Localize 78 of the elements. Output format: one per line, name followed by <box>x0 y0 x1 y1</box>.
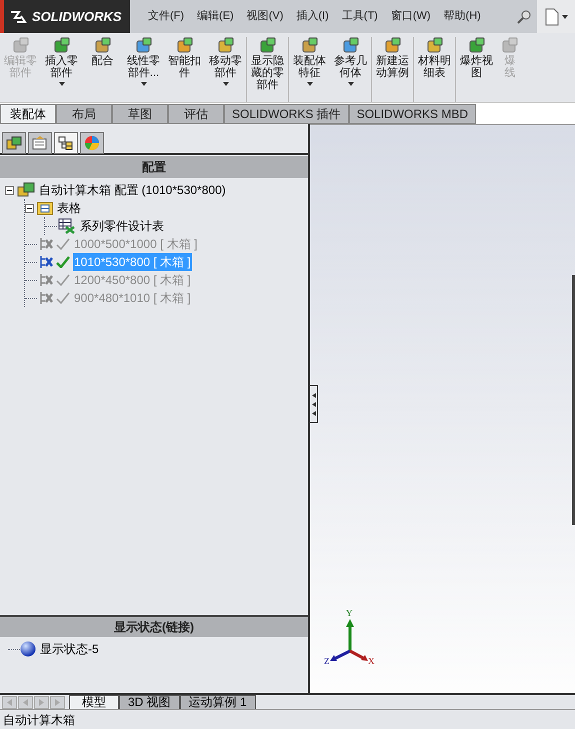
command-tab[interactable]: 草图 <box>112 104 168 124</box>
configuration-icon <box>38 237 54 251</box>
toolbar-button[interactable]: 移动零部件 <box>205 37 247 102</box>
component-icon <box>176 37 194 55</box>
component-icon <box>501 37 519 55</box>
status-bar: 自动计算木箱 <box>0 709 575 729</box>
tree-item[interactable]: 自动计算木箱 配置 (1010*530*800) <box>39 181 226 199</box>
component-icon <box>12 37 30 55</box>
menu-item[interactable]: 窗口(W) <box>390 8 431 25</box>
configuration-icon <box>38 255 54 269</box>
toolbar-button[interactable]: 爆炸视图 <box>456 37 497 102</box>
caret-icon <box>58 82 64 86</box>
axis-label: Y <box>346 607 352 620</box>
toolbar-button[interactable]: 配合 <box>82 37 123 102</box>
configuration-icon <box>38 273 54 287</box>
new-document-button[interactable] <box>537 0 575 33</box>
menu-item[interactable]: 工具(T) <box>342 8 378 25</box>
design-table-icon <box>58 218 76 234</box>
component-icon <box>94 37 112 55</box>
command-tab[interactable]: SOLIDWORKS 插件 <box>224 104 349 124</box>
component-icon <box>216 37 234 55</box>
component-icon <box>300 37 318 55</box>
configuration-icon <box>38 291 54 305</box>
document-icon <box>544 8 558 26</box>
command-tab[interactable]: SOLIDWORKS MBD <box>348 104 476 124</box>
toolbar-button[interactable]: 线性零部件... <box>123 37 164 102</box>
table-folder-icon <box>37 201 53 215</box>
axis-label: X <box>368 655 374 668</box>
axis-label: Z <box>324 655 330 668</box>
caret-icon <box>306 82 312 86</box>
command-tab[interactable]: 布局 <box>56 104 112 124</box>
assembly-icon <box>17 182 35 198</box>
toolbar-button[interactable]: 插入零部件 <box>41 37 82 102</box>
panel-header: 显示状态(链接) <box>0 615 308 637</box>
configuration-tree-icon <box>58 136 74 150</box>
panel-tab[interactable] <box>28 132 52 154</box>
bottom-tab[interactable]: 模型 <box>69 694 119 710</box>
tree-item[interactable]: 系列零件设计表 <box>80 217 164 235</box>
collapse-toggle-icon[interactable] <box>5 186 14 194</box>
toolbar-button[interactable]: 材料明细表 <box>414 37 456 102</box>
caret-icon <box>140 82 146 86</box>
caret-icon <box>562 14 568 18</box>
menu-item[interactable]: 帮助(H) <box>444 8 481 25</box>
component-icon <box>342 37 360 55</box>
panel-tab[interactable] <box>2 132 26 154</box>
bottom-tab[interactable]: 运动算例 1 <box>180 694 256 710</box>
tree-item[interactable]: 表格 <box>57 199 81 217</box>
menu-item[interactable]: 编辑(E) <box>197 8 234 25</box>
toolbar-button[interactable]: 智能扣件 <box>164 37 205 102</box>
toolbar-button[interactable]: 装配体特征 <box>289 37 330 102</box>
bottom-tab[interactable]: 3D 视图 <box>119 694 180 710</box>
command-tab[interactable]: 装配体 <box>0 104 56 124</box>
logo-icon <box>9 8 29 24</box>
menu-item[interactable]: 文件(F) <box>148 8 184 25</box>
command-tab[interactable]: 评估 <box>168 104 224 124</box>
component-icon <box>52 37 70 55</box>
component-icon <box>134 37 152 55</box>
toolbar-button[interactable]: 新建运动算例 <box>372 37 414 102</box>
component-icon <box>384 37 402 55</box>
caret-icon <box>348 82 354 86</box>
caret-icon <box>222 82 228 86</box>
toolbar-button[interactable]: 显示隐藏的零部件 <box>247 37 289 102</box>
sphere-icon <box>20 641 36 657</box>
panel-header: 配置 <box>0 156 308 178</box>
toolbar-button[interactable]: 参考几何体 <box>330 37 372 102</box>
component-icon <box>258 37 276 55</box>
menu-item[interactable]: 插入(I) <box>296 8 329 25</box>
component-icon <box>468 37 486 55</box>
property-icon <box>32 136 48 150</box>
display-state-item[interactable]: 显示状态-5 <box>40 640 99 658</box>
feature-tree-icon <box>6 136 22 150</box>
component-icon <box>426 37 444 55</box>
panel-tab[interactable] <box>54 132 78 154</box>
collapse-toggle-icon[interactable] <box>25 204 34 212</box>
logo-text: SOLIDWORKS <box>32 8 122 26</box>
menu-item[interactable]: 视图(V) <box>246 8 284 25</box>
appearance-icon <box>84 135 100 151</box>
panel-collapse-handle[interactable] <box>310 385 318 423</box>
